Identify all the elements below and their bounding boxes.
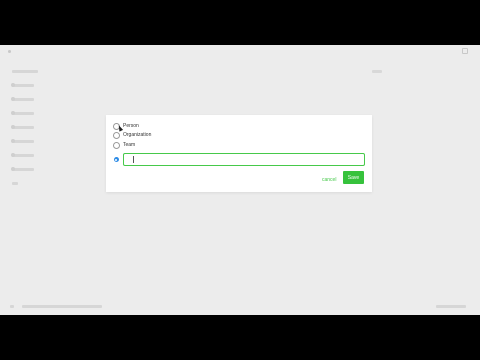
- background-text: [372, 70, 382, 73]
- name-input[interactable]: [123, 153, 365, 166]
- sidebar-item[interactable]: [12, 182, 18, 185]
- footer-icon: [10, 305, 14, 308]
- bullet-icon: [11, 83, 15, 87]
- radio-organization[interactable]: [113, 131, 120, 139]
- bullet-icon: [11, 167, 15, 171]
- name-input-row: [110, 153, 365, 166]
- option-team[interactable]: Team: [113, 140, 135, 150]
- footer-info: [436, 305, 466, 308]
- text-caret: [133, 156, 134, 163]
- bullet-icon: [11, 153, 15, 157]
- bullet-icon: [11, 111, 15, 115]
- app-topbar: [0, 45, 480, 57]
- sidebar-item[interactable]: [11, 153, 34, 157]
- option-label: Organization: [123, 132, 152, 138]
- sidebar-item[interactable]: [12, 70, 38, 73]
- window-icon[interactable]: [462, 48, 468, 54]
- bullet-icon: [11, 125, 15, 129]
- sidebar-item[interactable]: [11, 111, 34, 115]
- new-contact-dialog: Person Organization Team cancel Save: [106, 115, 372, 192]
- bullet-icon: [11, 97, 15, 101]
- option-label: Team: [123, 142, 136, 148]
- app-window: Person Organization Team cancel Save: [0, 45, 480, 315]
- radio-team[interactable]: [113, 141, 120, 149]
- sidebar-item[interactable]: [11, 139, 34, 143]
- bullet-icon: [11, 139, 15, 143]
- cancel-button[interactable]: cancel: [322, 176, 336, 184]
- sidebar-item[interactable]: [11, 125, 34, 129]
- input-icon-box: [110, 153, 122, 166]
- menu-icon[interactable]: [8, 50, 11, 53]
- footer-status: [22, 305, 102, 308]
- save-button[interactable]: Save: [343, 171, 364, 184]
- sidebar-item[interactable]: [11, 167, 34, 171]
- sidebar-item[interactable]: [11, 97, 34, 101]
- info-icon: [113, 157, 119, 162]
- sidebar-item[interactable]: [11, 83, 34, 87]
